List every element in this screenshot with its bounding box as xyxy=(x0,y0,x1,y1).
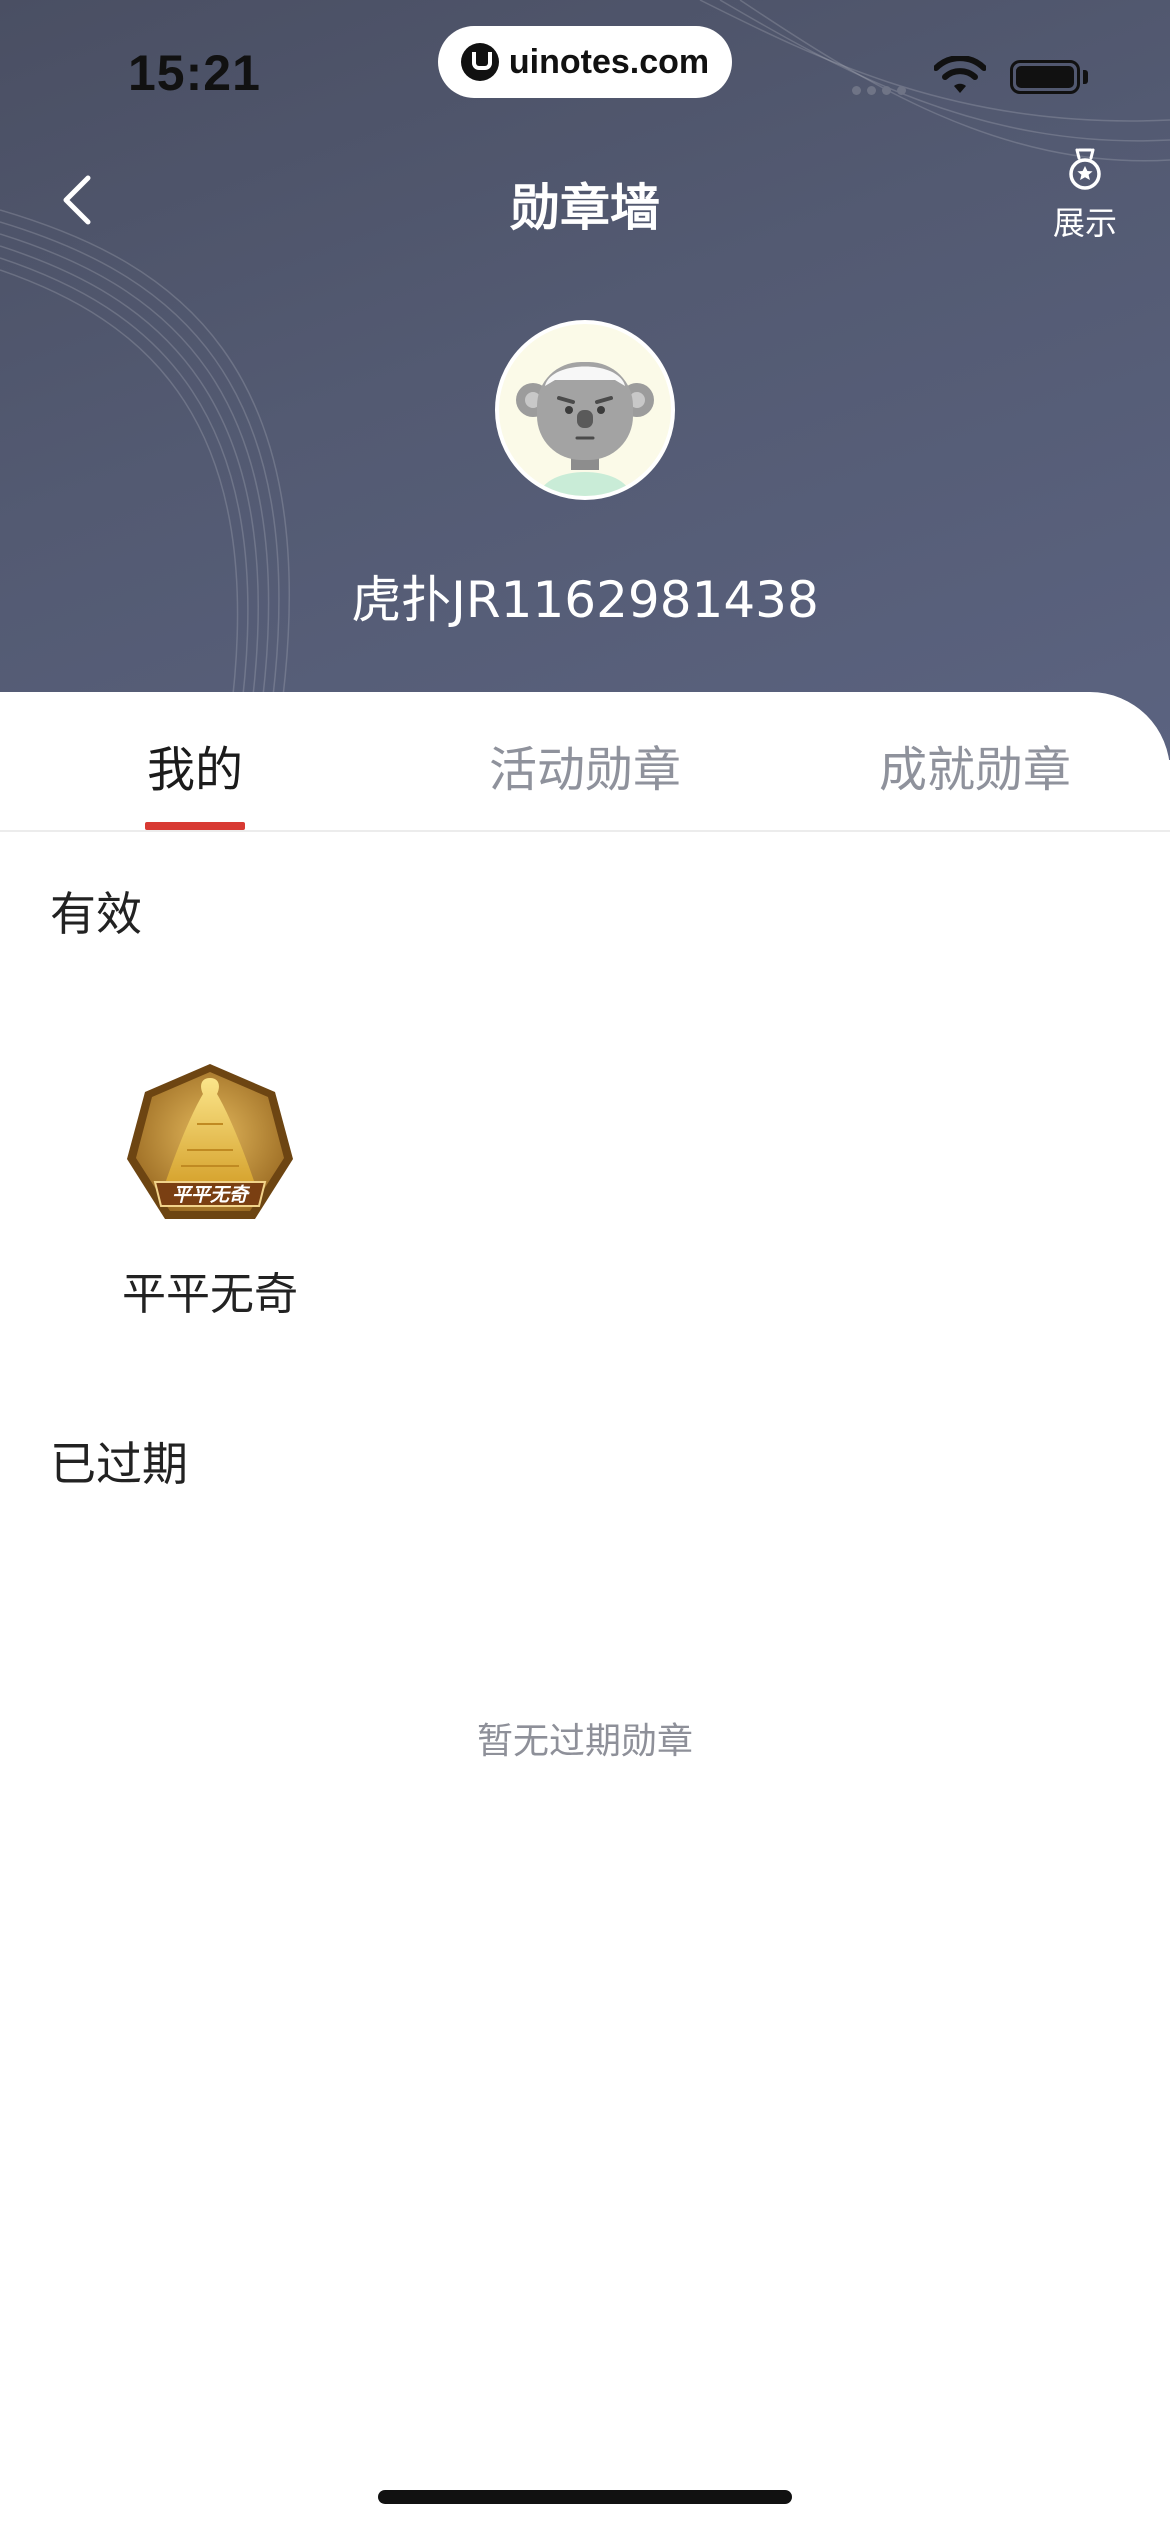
page-title: 勋章墙 xyxy=(510,179,660,237)
badge-emblem-icon: 平平无奇 xyxy=(127,1064,293,1219)
username: 虎扑JR1162981438 xyxy=(351,571,819,629)
avatar[interactable] xyxy=(495,320,675,500)
url-text: uinotes.com xyxy=(508,42,710,81)
section-title-expired: 已过期 xyxy=(50,1437,188,1491)
tab-mine[interactable]: 我的 xyxy=(45,730,345,800)
url-pill[interactable]: uinotes.com xyxy=(438,26,732,98)
home-indicator[interactable] xyxy=(378,2490,792,2504)
back-chevron-icon[interactable] xyxy=(50,170,110,230)
battery-tip xyxy=(1083,70,1088,84)
cellular-signal-icon xyxy=(852,86,906,95)
content-panel: 我的 活动勋章 成就勋章 有效 平平无奇 平平无奇 已过期 暂无过期勋章 xyxy=(0,692,1170,2532)
badge-emblem-text: 平平无奇 xyxy=(172,1184,251,1206)
tab-bar: 我的 活动勋章 成就勋章 xyxy=(0,692,1170,832)
site-logo-icon xyxy=(460,43,499,81)
medal-icon xyxy=(1069,148,1101,190)
status-time: 15:21 xyxy=(128,45,261,101)
empty-state-text: 暂无过期勋章 xyxy=(476,1721,693,1762)
section-title-valid: 有效 xyxy=(50,887,142,941)
battery-icon xyxy=(1010,60,1080,94)
active-tab-indicator xyxy=(145,822,245,830)
header-banner: 15:21 uinotes.com 勋章墙 展示 虎扑JR1162981438 xyxy=(0,0,1170,760)
badge-name: 平平无奇 xyxy=(122,1269,298,1320)
tab-activity-badges[interactable]: 活动勋章 xyxy=(435,730,735,800)
showcase-button[interactable]: 展示 xyxy=(1040,148,1130,244)
showcase-label: 展示 xyxy=(1052,204,1117,242)
tab-achievement-badges[interactable]: 成就勋章 xyxy=(825,730,1125,800)
wifi-icon xyxy=(934,56,986,93)
avatar-koala-illustration xyxy=(516,362,654,496)
badge-item[interactable]: 平平无奇 平平无奇 xyxy=(110,1054,310,1322)
